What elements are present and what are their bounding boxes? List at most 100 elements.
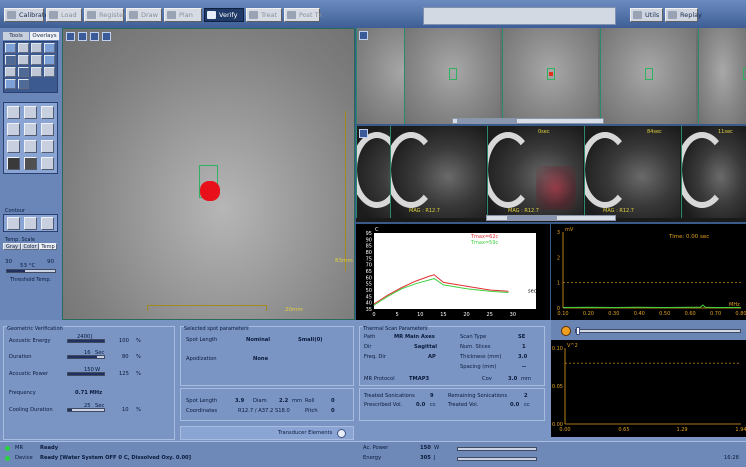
ruler-tool-icon[interactable] bbox=[7, 106, 20, 119]
strip2-scrollbar[interactable] bbox=[486, 215, 616, 221]
select-tool-icon[interactable] bbox=[5, 43, 16, 53]
utils-button[interactable]: Utils bbox=[630, 8, 663, 22]
anatomy-thumb-5[interactable]: 11sec bbox=[681, 126, 746, 218]
gray-scale-button[interactable]: Gray bbox=[3, 243, 21, 250]
geo-row-label: Cooling Duration bbox=[9, 407, 53, 413]
region-tool-icon[interactable] bbox=[5, 79, 16, 89]
spec-x-tick-label: 0.30 bbox=[608, 311, 619, 317]
treated-sonications-value: 9 bbox=[430, 393, 434, 399]
text-tool-icon[interactable] bbox=[18, 43, 29, 53]
geo-row-slider[interactable] bbox=[67, 339, 105, 343]
playback-slider-thumb[interactable] bbox=[576, 327, 580, 335]
color-scale-button[interactable]: Color bbox=[21, 243, 39, 250]
mask-tool-icon[interactable] bbox=[7, 157, 20, 170]
needle-tool-icon[interactable] bbox=[41, 106, 54, 119]
clear-tool-icon[interactable] bbox=[41, 157, 54, 170]
bars-tool-icon[interactable] bbox=[18, 67, 29, 77]
strip2-layout-icon[interactable] bbox=[359, 129, 368, 138]
calibrate-button[interactable]: Calibrate bbox=[4, 8, 48, 22]
verify-button[interactable]: Verify bbox=[204, 8, 244, 22]
temp-y-tick-label: 75 bbox=[366, 256, 372, 262]
transducer-elements-button[interactable]: Transducer Elements bbox=[180, 426, 354, 440]
play-icon[interactable] bbox=[561, 326, 571, 336]
eraser-tool-icon[interactable] bbox=[7, 140, 20, 153]
pencil-tool-icon[interactable] bbox=[24, 106, 37, 119]
cross-tool-icon[interactable] bbox=[44, 55, 55, 65]
dir-value: Sagittal bbox=[414, 344, 437, 350]
viewer-layout-icon[interactable] bbox=[66, 32, 75, 41]
hatch-tool-icon[interactable] bbox=[18, 79, 29, 89]
grid-tool-icon[interactable] bbox=[44, 43, 55, 53]
contour-tool-icon[interactable] bbox=[5, 67, 16, 77]
contour-fill-icon[interactable] bbox=[41, 217, 54, 230]
post-tx-button[interactable]: Post Tx bbox=[284, 8, 322, 22]
anatomy-thumb-4[interactable]: 84sec MAG : R12.7 bbox=[584, 126, 680, 218]
zoom-tool-icon[interactable] bbox=[31, 43, 42, 53]
plan-button[interactable]: Plan bbox=[164, 8, 202, 22]
strip1-scroll-thumb[interactable] bbox=[457, 119, 517, 123]
spec-y-tick-label: 3 bbox=[557, 230, 560, 236]
strip1-scrollbar[interactable] bbox=[452, 118, 604, 124]
tools-tabbar: Tools Overlays bbox=[3, 32, 59, 40]
viewer-info-icon[interactable] bbox=[102, 32, 111, 41]
contour-edit-icon[interactable] bbox=[24, 217, 37, 230]
vsq-x-tick-label: 0.65 bbox=[618, 427, 629, 433]
hatch-mask-tool-icon[interactable] bbox=[24, 157, 37, 170]
thumb4-roi bbox=[645, 68, 653, 80]
spectrum-chart: 0 1 2 3 0.10 0.20 0.30 0.40 0.50 0.60 0.70 0.80 mV MH… bbox=[551, 224, 746, 320]
draw-button[interactable]: Draw bbox=[126, 8, 162, 22]
rotate-tool-icon[interactable] bbox=[7, 123, 20, 136]
diam-value: 2.2 bbox=[279, 398, 289, 404]
temp-data-point bbox=[387, 295, 389, 297]
zoom-thumb-2[interactable] bbox=[404, 28, 500, 124]
treat-button[interactable]: Treat bbox=[246, 8, 282, 22]
threshold-slider[interactable] bbox=[6, 269, 56, 273]
brush-tool-icon[interactable] bbox=[44, 67, 55, 77]
geo-row-slider[interactable] bbox=[67, 408, 105, 412]
anatomy-thumb-3[interactable]: 0sec MAG : R12.7 bbox=[487, 126, 583, 218]
spot-length-size[interactable]: Small(0) bbox=[298, 337, 323, 343]
roll-value: 0 bbox=[331, 398, 335, 404]
viewer-grid-icon[interactable] bbox=[78, 32, 87, 41]
playback-slider[interactable] bbox=[575, 327, 741, 335]
zoom-thumb-3[interactable] bbox=[502, 28, 598, 124]
geo-row-slider[interactable] bbox=[67, 372, 105, 376]
threshold-slider-fill bbox=[7, 270, 26, 272]
temp-data-point bbox=[443, 284, 444, 286]
lasso-tool-icon[interactable] bbox=[24, 140, 37, 153]
target-tool-icon[interactable] bbox=[41, 123, 54, 136]
spot-length-value[interactable]: Nominal bbox=[246, 337, 270, 343]
geo-row-slider[interactable] bbox=[67, 355, 105, 359]
geo-row-pct-unit: % bbox=[136, 338, 141, 344]
viewer-zoom-icon[interactable] bbox=[90, 32, 99, 41]
contour-smooth-icon[interactable] bbox=[7, 217, 20, 230]
strip2-scroll-thumb[interactable] bbox=[507, 216, 557, 220]
spec-y-tick-label: 2 bbox=[557, 255, 560, 261]
anatomy-thumb-2[interactable]: MAG : R12.7 bbox=[390, 126, 486, 218]
main-image-viewer[interactable]: 20mm 83mm bbox=[62, 28, 355, 320]
apodization-label: Apodization bbox=[186, 356, 217, 362]
strip1-layout-icon[interactable] bbox=[359, 31, 368, 40]
replay-button[interactable]: Replay bbox=[665, 8, 702, 22]
draw-icon bbox=[129, 11, 138, 19]
zoom-thumb-5[interactable] bbox=[698, 28, 746, 124]
temp-scale-button[interactable]: Temp bbox=[39, 243, 57, 250]
freq-dir-value: AP bbox=[428, 354, 436, 360]
pen-tool-icon[interactable] bbox=[31, 67, 42, 77]
temp-y-tick-label: 65 bbox=[366, 269, 372, 275]
post-tx-icon bbox=[287, 11, 296, 19]
line-tool-icon[interactable] bbox=[5, 55, 16, 65]
zoom-thumb-4[interactable] bbox=[600, 28, 696, 124]
move-tool-icon[interactable] bbox=[24, 123, 37, 136]
verify-icon bbox=[207, 11, 216, 19]
threshold-label: Threshold Temp. bbox=[10, 277, 52, 283]
table-tool-icon[interactable] bbox=[18, 55, 29, 65]
load-button[interactable]: Load bbox=[46, 8, 82, 22]
layers-tool-icon[interactable] bbox=[31, 55, 42, 65]
register-button[interactable]: Register bbox=[84, 8, 126, 22]
tab-overlays[interactable]: Overlays bbox=[30, 32, 59, 40]
probe-tool-icon[interactable] bbox=[41, 140, 54, 153]
geo-row-pct-unit: % bbox=[136, 354, 141, 360]
apodization-value[interactable]: None bbox=[253, 356, 268, 362]
tab-tools[interactable]: Tools bbox=[3, 32, 29, 40]
